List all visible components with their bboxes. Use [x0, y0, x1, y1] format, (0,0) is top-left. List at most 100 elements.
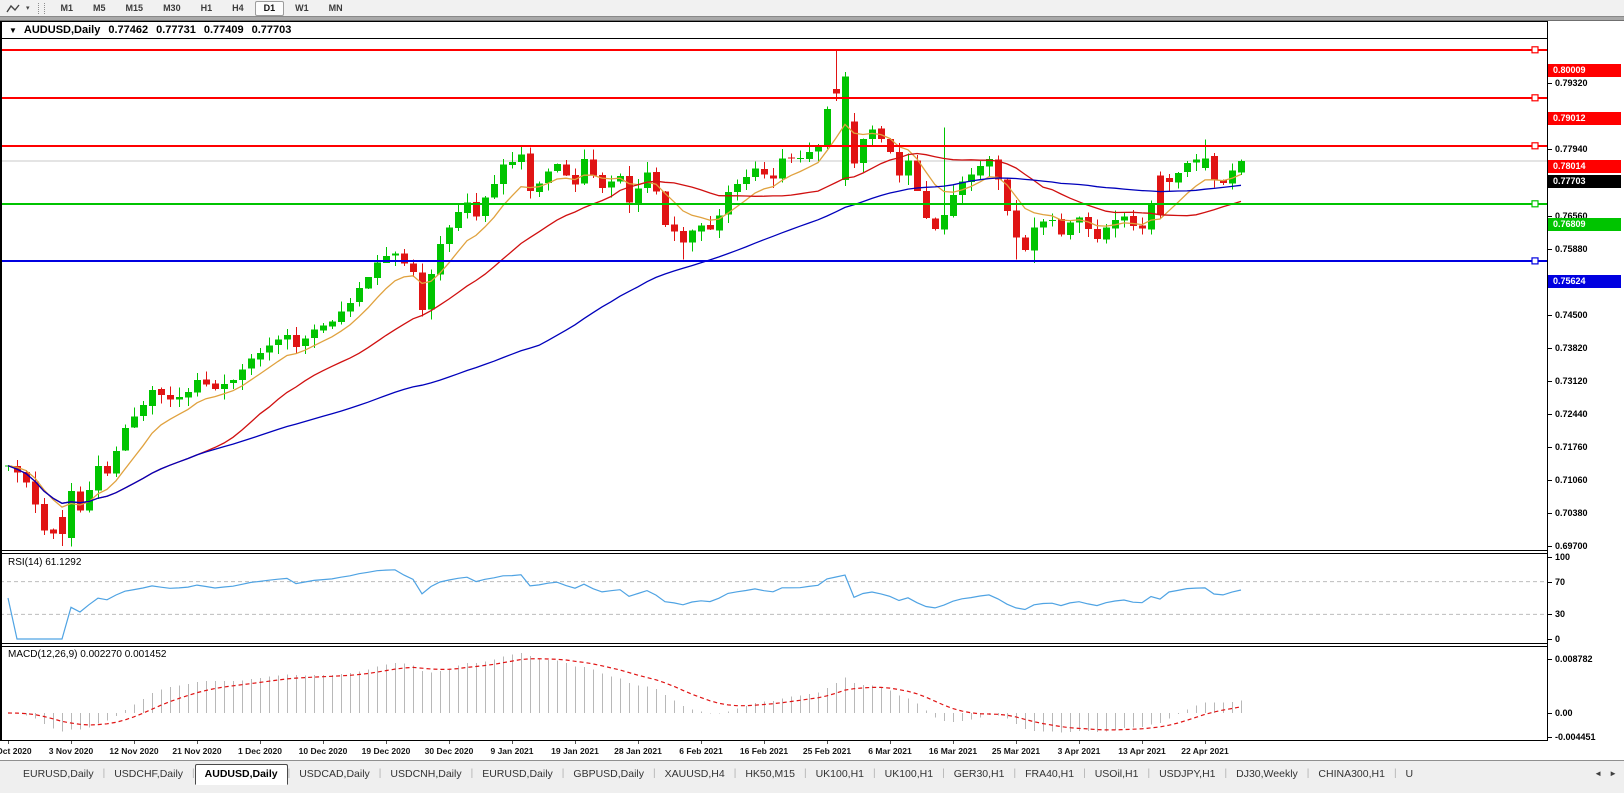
tab-scroll-buttons: ◄► — [1592, 765, 1622, 779]
date-tick-mark — [197, 741, 198, 744]
macd-label: MACD(12,26,9) 0.002270 0.001452 — [8, 649, 166, 660]
chart-tab-gbpusd-daily[interactable]: GBPUSD,Daily — [564, 765, 653, 784]
rsi-panel-splitter[interactable] — [0, 553, 1624, 554]
date-tick-mark — [386, 741, 387, 744]
date-axis: 24 Oct 20203 Nov 202012 Nov 202021 Nov 2… — [0, 741, 1547, 760]
chart-tab-hk50-m15[interactable]: HK50,M15 — [736, 765, 804, 784]
date-label: 1 Dec 2020 — [238, 746, 282, 756]
main-price-plot[interactable] — [0, 39, 1547, 551]
scroll-left-icon[interactable]: ◄ — [1592, 768, 1604, 779]
chart-title-bar[interactable]: ▼ AUDUSD,Daily 0.77462 0.77731 0.77409 0… — [0, 21, 1624, 39]
timeframe-button-h1[interactable]: H1 — [192, 1, 222, 16]
chart-tabs-bar: EURUSD,Daily|USDCHF,Daily|AUDUSD,Daily|U… — [0, 760, 1624, 793]
chart-tool-button[interactable]: ▾ — [0, 1, 34, 15]
date-tick-mark — [953, 741, 954, 744]
caret-down-icon: ▾ — [26, 4, 30, 12]
chart-tab-eurusd-daily[interactable]: EURUSD,Daily — [14, 765, 103, 784]
scroll-right-icon[interactable]: ► — [1607, 768, 1619, 779]
chart-tab-audusd-daily[interactable]: AUDUSD,Daily — [195, 764, 288, 785]
axis-tick-label: 70 — [1555, 577, 1565, 587]
chart-tab-usdcad-daily[interactable]: USDCAD,Daily — [290, 765, 379, 784]
toolbar-grip[interactable] — [38, 3, 45, 14]
axis-tick-label: 0.70380 — [1555, 508, 1588, 518]
date-label: 12 Nov 2020 — [109, 746, 158, 756]
axis-tick-label: 0.74500 — [1555, 310, 1588, 320]
level-price-badge: 0.78014 — [1548, 160, 1621, 173]
timeframe-button-w1[interactable]: W1 — [286, 1, 318, 16]
chart-tab-china300-h1[interactable]: CHINA300,H1 — [1309, 765, 1394, 784]
axis-tick-label: 100 — [1555, 552, 1570, 562]
open-value: 0.77462 — [108, 24, 148, 36]
collapse-arrow-icon[interactable]: ▼ — [9, 26, 17, 35]
chart-tab-fra40-h1[interactable]: FRA40,H1 — [1016, 765, 1083, 784]
chart-tab-usdcnh-daily[interactable]: USDCNH,Daily — [381, 765, 470, 784]
chart-tab-usoil-h1[interactable]: USOil,H1 — [1086, 765, 1148, 784]
axis-tick-label: 0 — [1555, 634, 1560, 644]
date-tick-mark — [1205, 741, 1206, 744]
axis-tick-label: 0.008782 — [1555, 654, 1593, 664]
chart-tab-uk100-h1[interactable]: UK100,H1 — [876, 765, 942, 784]
date-label: 19 Dec 2020 — [362, 746, 411, 756]
axis-tick-mark — [1548, 713, 1552, 714]
macd-panel-splitter[interactable] — [0, 646, 1624, 647]
axis-tick-label: 0.73820 — [1555, 343, 1588, 353]
axis-tick-label: 0.75880 — [1555, 244, 1588, 254]
date-label: 13 Apr 2021 — [1118, 746, 1165, 756]
rsi-label: RSI(14) 61.1292 — [8, 557, 81, 568]
axis-tick-label: 30 — [1555, 609, 1565, 619]
level-price-badge: 0.79012 — [1548, 112, 1621, 125]
chart-tab-dj30-weekly[interactable]: DJ30,Weekly — [1227, 765, 1307, 784]
axis-tick-label: 0.71760 — [1555, 442, 1588, 452]
low-value: 0.77409 — [204, 24, 244, 36]
chart-tab-usdchf-daily[interactable]: USDCHF,Daily — [105, 765, 192, 784]
macd-plot[interactable] — [0, 646, 1547, 741]
axis-tick-label: 0.71060 — [1555, 475, 1588, 485]
main-plot-bottom-border — [0, 550, 1624, 551]
axis-tick-mark — [1548, 414, 1552, 415]
timeframe-button-m5[interactable]: M5 — [84, 1, 115, 16]
date-label: 30 Dec 2020 — [425, 746, 474, 756]
axis-tick-mark — [1548, 381, 1552, 382]
axis-tick-mark — [1548, 614, 1552, 615]
timeframe-button-mn[interactable]: MN — [320, 1, 352, 16]
date-tick-mark — [8, 741, 9, 744]
axis-tick-mark — [1548, 249, 1552, 250]
date-tick-mark — [512, 741, 513, 744]
axis-tick-mark — [1548, 659, 1552, 660]
chart-tab-u[interactable]: U — [1397, 765, 1419, 784]
chart-tab-uk100-h1[interactable]: UK100,H1 — [807, 765, 873, 784]
axis-tick-mark — [1548, 348, 1552, 349]
axis-tick-mark — [1548, 315, 1552, 316]
chart-tab-xauusd-h4[interactable]: XAUUSD,H4 — [656, 765, 734, 784]
timeframe-button-d1[interactable]: D1 — [255, 1, 285, 16]
axis-tick-mark — [1548, 546, 1552, 547]
chart-tab-eurusd-daily[interactable]: EURUSD,Daily — [473, 765, 562, 784]
level-price-badge: 0.80009 — [1548, 64, 1621, 77]
date-tick-mark — [827, 741, 828, 744]
axis-tick-mark — [1548, 513, 1552, 514]
date-label: 25 Feb 2021 — [803, 746, 851, 756]
chart-tab-usdjpy-h1[interactable]: USDJPY,H1 — [1150, 765, 1224, 784]
axis-tick-mark — [1548, 557, 1552, 558]
chart-symbol-label: AUDUSD,Daily — [24, 24, 100, 36]
date-tick-mark — [638, 741, 639, 744]
timeframe-button-h4[interactable]: H4 — [223, 1, 253, 16]
date-tick-mark — [449, 741, 450, 744]
rsi-plot[interactable] — [0, 554, 1547, 643]
date-tick-mark — [701, 741, 702, 744]
axis-tick-label: 0.69700 — [1555, 541, 1588, 551]
date-label: 6 Feb 2021 — [679, 746, 722, 756]
level-price-badge: 0.75624 — [1548, 275, 1621, 288]
timeframe-button-m30[interactable]: M30 — [154, 1, 190, 16]
timeframe-button-m15[interactable]: M15 — [117, 1, 153, 16]
date-label: 22 Apr 2021 — [1181, 746, 1228, 756]
date-label: 16 Mar 2021 — [929, 746, 977, 756]
date-tick-mark — [1016, 741, 1017, 744]
timeframe-button-m1[interactable]: M1 — [52, 1, 83, 16]
axis-tick-label: 0.00 — [1555, 708, 1573, 718]
date-label: 28 Jan 2021 — [614, 746, 662, 756]
trading-platform-window: ▾ M1M5M15M30H1H4D1W1MN ▼ AUDUSD,Daily 0.… — [0, 0, 1624, 793]
chart-tab-ger30-h1[interactable]: GER30,H1 — [945, 765, 1014, 784]
polyline-tool-icon — [6, 3, 23, 14]
date-tick-mark — [890, 741, 891, 744]
